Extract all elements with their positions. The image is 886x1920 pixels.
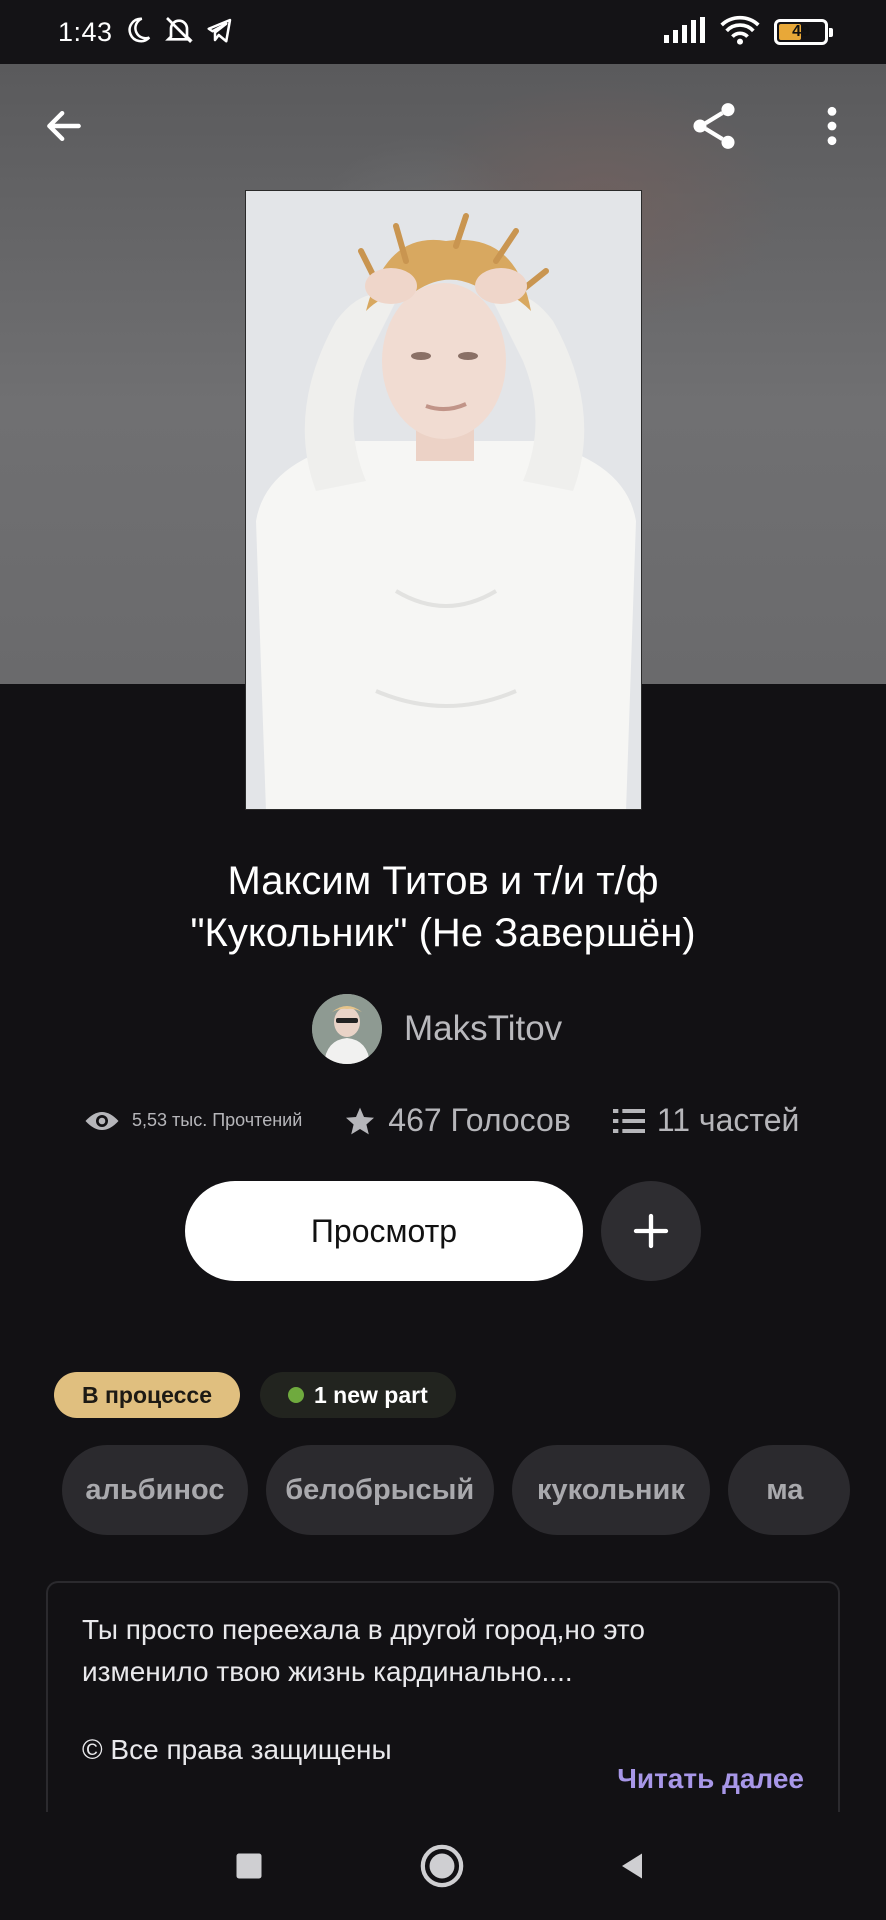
tag-chip[interactable]: белобрысый <box>265 1445 494 1535</box>
tags-scroller[interactable]: альбинос белобрысый кукольник ма <box>62 1445 850 1535</box>
story-details-screen: 1:43 49 Максим Титов и т/и т/ф "Кукольни… <box>0 0 886 1920</box>
description-line2: изменило твою жизнь кардинально.... <box>82 1656 573 1687</box>
cover-photo-illustration <box>246 191 641 809</box>
share-icon <box>693 103 735 149</box>
author-name[interactable]: MaksTitov <box>404 1009 562 1049</box>
tag-chip[interactable]: кукольник <box>511 1445 711 1535</box>
share-button[interactable] <box>684 96 744 156</box>
story-title-line1: Максим Титов и т/и т/ф <box>227 859 659 903</box>
view-button[interactable]: Просмотр <box>185 1181 583 1281</box>
tags-list: альбинос белобрысый кукольник ма <box>62 1445 850 1535</box>
telegram-icon <box>205 15 235 50</box>
more-options-button[interactable] <box>802 96 862 156</box>
tag-chip[interactable]: ма <box>728 1445 850 1535</box>
plus-icon <box>633 1213 669 1249</box>
story-title-line2: "Кукольник" (Не Завершён) <box>190 911 696 955</box>
description-line1: Ты просто переехала в другой город,но эт… <box>82 1614 645 1645</box>
status-icons-right: 49 <box>664 15 833 50</box>
battery-icon: 49 <box>774 19 833 45</box>
home-button[interactable] <box>416 1840 468 1892</box>
recents-button[interactable] <box>223 1840 275 1892</box>
back-arrow-icon <box>47 110 81 142</box>
story-title: Максим Титов и т/и т/ф "Кукольник" (Не З… <box>60 855 826 959</box>
wifi-icon <box>720 15 760 50</box>
votes-count: 467 Голосов <box>388 1102 571 1138</box>
moon-icon <box>123 15 153 50</box>
avatar-photo-illustration <box>312 994 382 1064</box>
triangle-back-icon <box>622 1853 642 1879</box>
read-more-link[interactable]: Читать далее <box>617 1763 804 1795</box>
more-vertical-icon <box>827 106 837 146</box>
list-icon <box>612 1108 645 1133</box>
battery-level: 49 <box>792 23 810 40</box>
status-badges: В процессе 1 new part <box>54 1372 456 1418</box>
status-bar: 1:43 49 <box>0 0 886 64</box>
parts-count: 11 частей <box>656 1102 800 1138</box>
home-circle-icon <box>420 1844 464 1888</box>
reads-count: 5,53 тыс. Прочтений <box>132 1110 303 1130</box>
signal-icon <box>664 16 706 48</box>
new-part-label: 1 new part <box>314 1381 428 1408</box>
story-cover-image[interactable] <box>245 190 642 810</box>
tag-chip[interactable]: альбинос <box>62 1445 248 1535</box>
system-nav-bar <box>0 1812 886 1920</box>
avatar[interactable] <box>312 994 382 1064</box>
status-icons-left <box>123 14 235 51</box>
description-card: Ты просто переехала в другой город,но эт… <box>46 1581 840 1821</box>
story-stats: 5,53 тыс. Прочтений 467 Голосов 11 часте… <box>84 1102 824 1139</box>
system-back-button[interactable] <box>606 1840 658 1892</box>
reads-stat: 5,53 тыс. Прочтений <box>84 1108 302 1134</box>
status-badge: В процессе <box>54 1372 240 1418</box>
status-time: 1:43 <box>58 16 113 47</box>
new-part-badge: 1 new part <box>260 1372 456 1418</box>
author-row[interactable]: MaksTitov <box>312 994 562 1064</box>
back-button[interactable] <box>34 96 94 156</box>
votes-stat: 467 Голосов <box>344 1102 571 1139</box>
muted-bell-icon <box>163 14 195 51</box>
eye-icon <box>85 1111 119 1130</box>
add-to-library-button[interactable] <box>601 1181 701 1281</box>
parts-stat: 11 частей <box>612 1102 800 1139</box>
square-icon <box>236 1853 262 1879</box>
star-icon <box>346 1107 375 1134</box>
new-dot-icon <box>288 1387 304 1403</box>
